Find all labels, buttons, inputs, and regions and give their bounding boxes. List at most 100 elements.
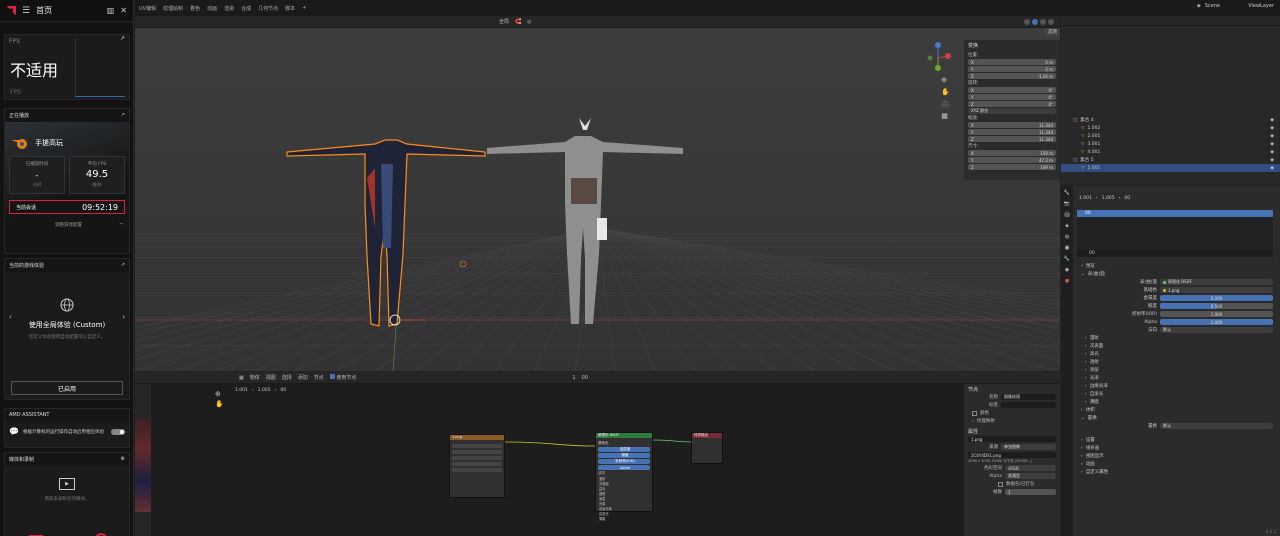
volume-section[interactable]: › 体积 [1077,406,1273,414]
adjust-link[interactable]: 调整游戏配置 → [5,214,129,228]
bsdf-input[interactable]: 糙度 [598,453,650,458]
colorspace-select[interactable]: sRGB [1005,465,1056,471]
label-field[interactable] [1001,402,1056,408]
visibility-eye-icon[interactable]: ◉ [1270,150,1274,155]
workspace-tab-0[interactable]: UV编辑 [139,5,156,12]
ior-field[interactable]: 1.000 [1160,311,1273,317]
wireframe-shading-icon[interactable] [1024,18,1030,25]
settings-section-row[interactable]: › 设置 [1077,436,1273,444]
name-field[interactable]: 图像纹理 [1001,394,1056,400]
material-name-field[interactable]: 00 [1077,250,1273,257]
bsdf-input[interactable]: 基础色 [596,441,652,446]
pan-hand-icon[interactable]: ✋ [941,88,950,96]
material-tab-icon[interactable]: ● [1065,278,1069,284]
solid-shading-icon[interactable] [1032,18,1038,25]
add-menu[interactable]: 添加 [298,374,308,381]
rotation-mode-select[interactable]: XYZ 欧拉 [968,108,1056,114]
physics-tab-icon[interactable]: ◉ [1065,267,1069,273]
node-editor[interactable]: 1.001 › 1.005 › 00 1.png 原理化 BSDF 基础色 金属度 糙度… [135,384,1060,536]
frames-field[interactable]: 1 [1005,489,1056,495]
scale-field-y[interactable]: Y 11.344 [968,129,1056,135]
scale-field-z[interactable]: Z 11.344 [968,136,1056,142]
dims-field-x[interactable]: X 159 m [968,150,1056,156]
gear-icon[interactable]: ⚙ [121,456,125,463]
workspace-tab-4[interactable]: 渲染 [224,5,234,12]
settings-section-row[interactable]: › 线条画 [1077,444,1273,452]
menu-icon[interactable]: ☰ [22,6,30,16]
zoom-icon[interactable]: ⊕ [215,390,221,398]
surface-shader-field[interactable]: 原理化 BSDF [1160,279,1273,285]
bsdf-input[interactable]: 金属度 [598,447,650,452]
displacement-section[interactable]: ⌄ 置换 [1077,414,1273,422]
roughness-slider[interactable]: 0.500 [1160,303,1273,309]
scale-field-x[interactable]: X 11.344 [968,122,1056,128]
use-nodes-checkbox[interactable]: 使用节点 [329,374,356,381]
material-output-node[interactable]: 材质输出 [691,432,723,464]
outliner-row[interactable]: ▽ 2.001 ◉ [1061,132,1280,140]
material-slots-list[interactable]: 00 [1077,210,1273,250]
settings-section-row[interactable]: › 视图显示 [1077,452,1273,460]
object-tab-icon[interactable]: ▣ [1065,245,1070,251]
expand-icon[interactable]: ↗ [121,112,125,119]
scene-selector[interactable]: ◈ Scene [1197,3,1220,9]
world-tab-icon[interactable]: ◍ [1065,234,1069,240]
viewlayer-label[interactable]: ViewLayer [1248,3,1274,9]
outliner-row[interactable]: ▢ 集合 5 ◉ [1061,156,1280,164]
visibility-eye-icon[interactable]: ◉ [1270,126,1274,131]
snap-icon[interactable]: 🧲 [515,19,521,25]
transform-orientation[interactable]: 全局 [499,18,509,25]
preview-section[interactable]: › 预览 [1077,262,1273,270]
subsection-row[interactable]: › 自发光 [1077,390,1273,398]
subsection-row[interactable]: › 边缘光泽 [1077,382,1273,390]
settings-section-row[interactable]: › 动画 [1077,460,1273,468]
3d-viewport[interactable]: ⊕ ✋ 🎥 ▦ 选项 变换 位置: X0 mY0 m Z -1.24 m 旋转: X… [135,28,1060,371]
material-slot-item[interactable]: 00 [1077,210,1273,217]
settings-section-row[interactable]: › 自定义属性 [1077,468,1273,476]
camera-icon[interactable]: 🎥 [941,100,950,108]
rotation-field-x[interactable]: X 0° [968,87,1056,93]
enabled-button[interactable]: 已启用 [11,381,123,395]
image-select[interactable]: 1.png [968,436,1056,442]
subsection-row[interactable]: › 光泽 [1077,374,1273,382]
base-color-field[interactable]: 1.png [1160,287,1273,293]
dims-field-y[interactable]: Y 47.3 m [968,157,1056,163]
metallic-slider[interactable]: 0.000 [1160,295,1273,301]
outliner-row[interactable]: ▢ 集合 4 ◉ [1061,116,1280,124]
subsection-row[interactable]: › 涂层 [1077,366,1273,374]
material-shading-icon[interactable] [1040,18,1046,25]
workspace-tab-6[interactable]: 几何节点 [258,5,278,12]
workspace-tab-1[interactable]: 纹理绘制 [163,5,183,12]
rotation-field-z[interactable]: Z 0° [968,101,1056,107]
outliner-row[interactable]: ▽ 3.001 ◉ [1061,140,1280,148]
proportional-icon[interactable]: ◎ [527,19,531,25]
visibility-eye-icon[interactable]: ◉ [1270,142,1274,147]
bsdf-input[interactable]: 折射率(IOR) [598,459,650,464]
slot-selector[interactable]: 1 [572,375,575,381]
location-field-y[interactable]: Y0 m [968,66,1056,72]
principled-bsdf-node[interactable]: 原理化 BSDF 基础色 金属度 糙度 折射率(IOR) Alpha 法向 漫射 次表面 高光透… [595,432,653,521]
outliner-row[interactable]: ▽ 4.001 ◉ [1061,148,1280,156]
source-select[interactable]: 单张图像 [1001,444,1056,450]
node-menu[interactable]: 节点 [314,374,324,381]
layout-toggle-icon[interactable]: ▥ [107,6,115,15]
rotation-field-y[interactable]: Y 0° [968,94,1056,100]
chevron-right-icon[interactable]: › [122,313,125,321]
close-icon[interactable]: ✕ [120,6,127,15]
zoom-icon[interactable]: ⊕ [941,76,950,84]
visibility-eye-icon[interactable]: ◉ [1270,134,1274,139]
outliner-row[interactable]: ▽ 1.002 ◉ [1061,124,1280,132]
output-tab-icon[interactable]: 🖨 [1064,212,1070,218]
outliner-row[interactable]: ▽ 1.001 ◉ [1061,164,1280,172]
workspace-tab-3[interactable]: 动画 [207,5,217,12]
expand-icon[interactable]: ↗ [120,35,125,42]
workspace-tab-5[interactable]: 合成 [241,5,251,12]
bsdf-section[interactable]: 薄膜 [596,516,652,521]
subsection-row[interactable]: › 漫射 [1077,334,1273,342]
bsdf-input[interactable]: Alpha [598,465,650,470]
expand-icon[interactable]: ↗ [121,262,125,269]
location-field-x[interactable]: X0 m [968,59,1056,65]
workspace-tab-7[interactable]: 脚本 [285,5,295,12]
subsection-row[interactable]: › 次表面 [1077,342,1273,350]
modifier-tab-icon[interactable]: 🔧 [1064,256,1070,262]
view-menu[interactable]: 视图 [266,374,276,381]
